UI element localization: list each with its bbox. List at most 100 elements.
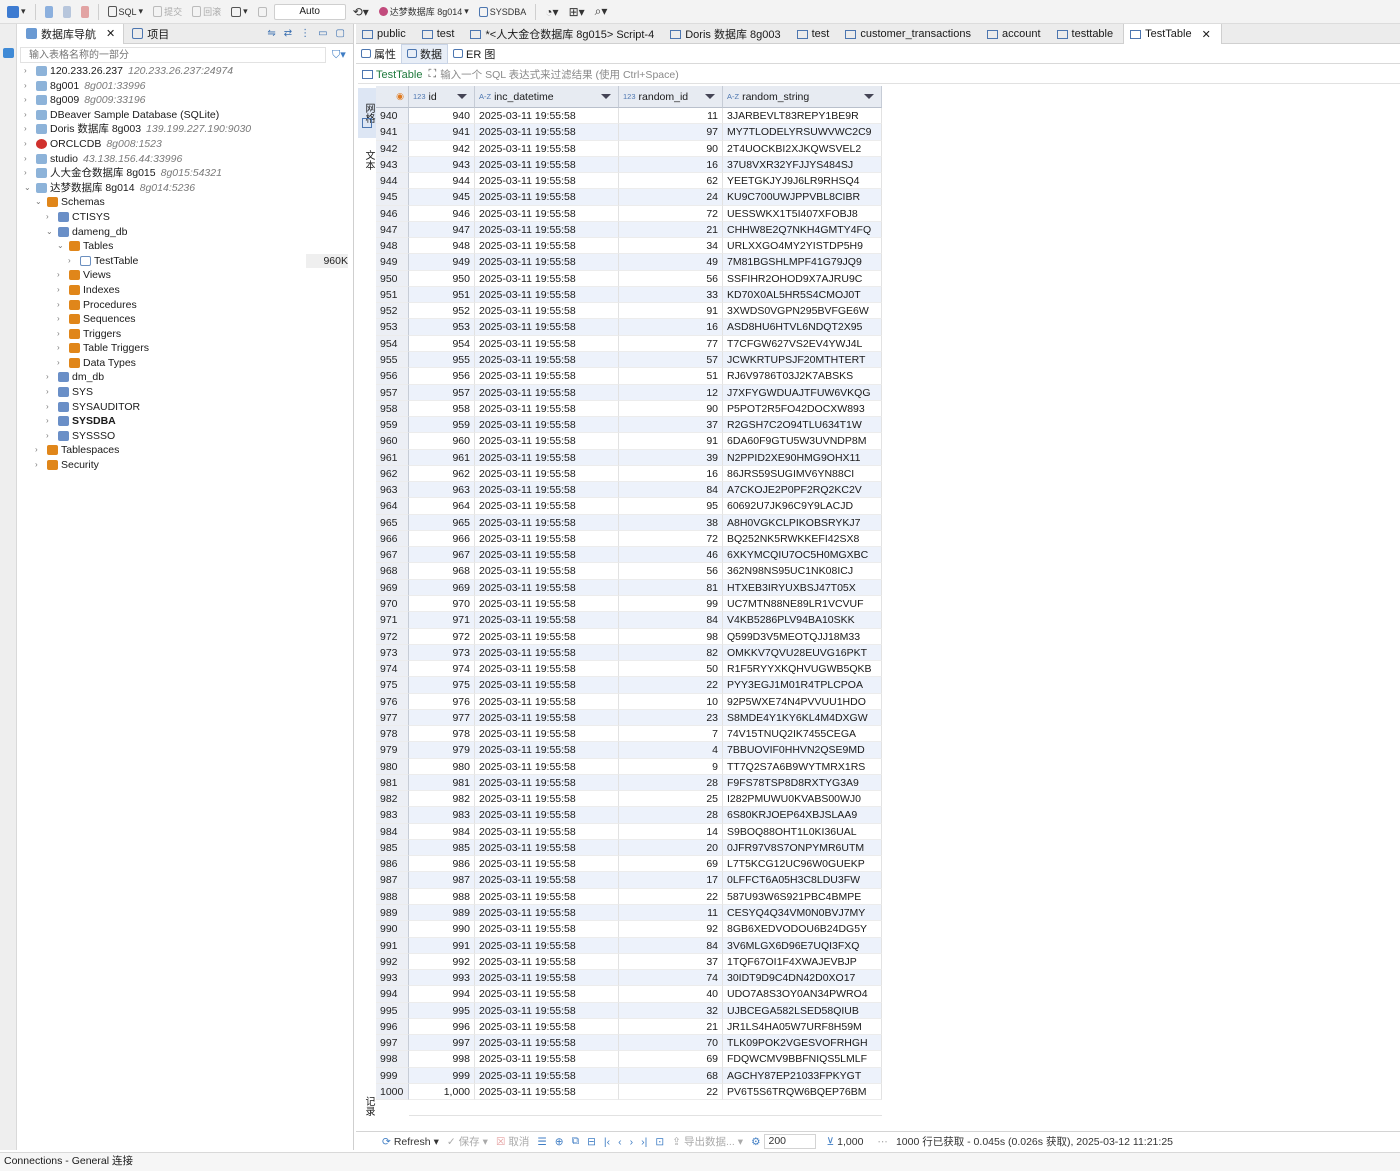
table-row[interactable]: 957 957 2025-03-11 19:55:58 12 J7XFYGWDUAJTF… bbox=[376, 384, 882, 401]
tree-node[interactable]: › Views bbox=[18, 268, 354, 283]
cell-random-string[interactable]: 1TQF67OI1F4XWAJEVBJP bbox=[723, 953, 882, 971]
cell-id[interactable]: 967 bbox=[409, 547, 475, 564]
cell-inc-datetime[interactable]: 2025-03-11 19:55:58 bbox=[475, 384, 619, 401]
cell-inc-datetime[interactable]: 2025-03-11 19:55:58 bbox=[475, 140, 619, 157]
cell-id[interactable]: 986 bbox=[409, 856, 475, 873]
cell-id[interactable]: 943 bbox=[409, 156, 475, 174]
cell-id[interactable]: 951 bbox=[409, 286, 475, 304]
cell-inc-datetime[interactable]: 2025-03-11 19:55:58 bbox=[475, 1051, 619, 1068]
cell-random-id[interactable]: 72 bbox=[619, 530, 723, 548]
table-name-filter-input[interactable] bbox=[20, 47, 326, 63]
table-row[interactable]: 1000 1,000 2025-03-11 19:55:58 22 PV6T5S6TRQ… bbox=[376, 1083, 882, 1101]
cell-id[interactable]: 952 bbox=[409, 303, 475, 320]
cell-id[interactable]: 955 bbox=[409, 351, 475, 369]
cell-id[interactable]: 949 bbox=[409, 254, 475, 271]
table-row[interactable]: 963 963 2025-03-11 19:55:58 84 A7CKOJE2P0PF2… bbox=[376, 482, 882, 499]
table-row[interactable]: 950 950 2025-03-11 19:55:58 56 SSFIHR2OHOD9X… bbox=[376, 270, 882, 287]
grid-corner[interactable]: ◉ bbox=[376, 86, 409, 108]
cell-inc-datetime[interactable]: 2025-03-11 19:55:58 bbox=[475, 628, 619, 645]
cell-random-string[interactable]: 6XKYMCQIU7OC5H0MGXBC bbox=[723, 547, 882, 564]
tree-node[interactable]: › Sequences bbox=[18, 312, 354, 327]
cell-id[interactable]: 996 bbox=[409, 1018, 475, 1036]
row-number[interactable]: 956 bbox=[376, 368, 409, 385]
cell-id[interactable]: 945 bbox=[409, 189, 475, 206]
cell-random-string[interactable]: 6DA60F9GTU5W3UVNDP8M bbox=[723, 433, 882, 450]
expand-right-icon[interactable]: › bbox=[57, 283, 65, 298]
minimize-icon[interactable]: ▭ bbox=[318, 28, 327, 39]
tree-node[interactable]: › Procedures bbox=[18, 298, 354, 313]
cell-random-string[interactable]: PYY3EGJ1M01R4TPLCPOA bbox=[723, 677, 882, 694]
cell-id[interactable]: 964 bbox=[409, 498, 475, 515]
row-number[interactable]: 992 bbox=[376, 953, 409, 971]
table-row[interactable]: 958 958 2025-03-11 19:55:58 90 P5POT2R5FO42D… bbox=[376, 400, 882, 418]
tree-node[interactable]: ⌄ Schemas bbox=[18, 195, 354, 210]
editor-tab[interactable]: *<人大金仓数据库 8g015> Script-4 bbox=[464, 24, 664, 44]
table-row[interactable]: 951 951 2025-03-11 19:55:58 33 KD70X0AL5HR5S… bbox=[376, 286, 882, 304]
cell-id[interactable]: 959 bbox=[409, 417, 475, 434]
cell-inc-datetime[interactable]: 2025-03-11 19:55:58 bbox=[475, 351, 619, 369]
table-row[interactable]: 989 989 2025-03-11 19:55:58 11 CESYQ4Q34VM0N… bbox=[376, 905, 882, 922]
row-number[interactable]: 994 bbox=[376, 986, 409, 1003]
editor-tab[interactable]: Doris 数据库 8g003 bbox=[664, 24, 790, 44]
cell-random-string[interactable]: F9FS78TSP8D8RXTYG3A9 bbox=[723, 774, 882, 792]
tab-er-diagram[interactable]: ER 图 bbox=[448, 44, 500, 64]
cell-inc-datetime[interactable]: 2025-03-11 19:55:58 bbox=[475, 270, 619, 287]
tree-node[interactable]: › CTISYS bbox=[18, 210, 354, 225]
table-row[interactable]: 971 971 2025-03-11 19:55:58 84 V4KB5286PLV94… bbox=[376, 612, 882, 629]
cell-random-string[interactable]: 0LFFCT6A05H3C8LDU3FW bbox=[723, 872, 882, 889]
cell-inc-datetime[interactable]: 2025-03-11 19:55:58 bbox=[475, 839, 619, 857]
cell-inc-datetime[interactable]: 2025-03-11 19:55:58 bbox=[475, 563, 619, 580]
cell-random-string[interactable]: TT7Q2S7A6B9WYTMRX1RS bbox=[723, 758, 882, 775]
row-number[interactable]: 962 bbox=[376, 465, 409, 483]
cell-random-id[interactable]: 14 bbox=[619, 823, 723, 840]
table-row[interactable]: 979 979 2025-03-11 19:55:58 4 7BBUOVIF0HHVN2… bbox=[376, 742, 882, 759]
cell-inc-datetime[interactable]: 2025-03-11 19:55:58 bbox=[475, 807, 619, 824]
cell-inc-datetime[interactable]: 2025-03-11 19:55:58 bbox=[475, 872, 619, 889]
cell-random-id[interactable]: 97 bbox=[619, 124, 723, 141]
row-number[interactable]: 942 bbox=[376, 140, 409, 157]
view-menu-icon[interactable]: ⋮ bbox=[300, 28, 310, 39]
row-number[interactable]: 996 bbox=[376, 1018, 409, 1036]
row-number[interactable]: 988 bbox=[376, 888, 409, 906]
cell-random-id[interactable]: 17 bbox=[619, 872, 723, 889]
cell-id[interactable]: 965 bbox=[409, 514, 475, 531]
table-row[interactable]: 962 962 2025-03-11 19:55:58 16 86JRS59SUGIMV… bbox=[376, 465, 882, 483]
row-number[interactable]: 955 bbox=[376, 351, 409, 369]
cell-random-string[interactable]: UC7MTN88NE89LR1VCVUF bbox=[723, 595, 882, 613]
cell-inc-datetime[interactable]: 2025-03-11 19:55:58 bbox=[475, 677, 619, 694]
cell-inc-datetime[interactable]: 2025-03-11 19:55:58 bbox=[475, 319, 619, 336]
rollback-button[interactable]: 回滚 bbox=[189, 3, 224, 21]
cell-inc-datetime[interactable]: 2025-03-11 19:55:58 bbox=[475, 1083, 619, 1101]
cell-random-id[interactable]: 90 bbox=[619, 140, 723, 157]
row-selector-icon[interactable]: ◉ bbox=[396, 91, 404, 102]
cell-id[interactable]: 963 bbox=[409, 482, 475, 499]
cell-inc-datetime[interactable]: 2025-03-11 19:55:58 bbox=[475, 953, 619, 971]
cell-random-string[interactable]: RJ6V9786T03J2K7ABSKS bbox=[723, 368, 882, 385]
tab-properties[interactable]: 属性 bbox=[356, 44, 401, 64]
next-page-icon[interactable]: › bbox=[626, 1136, 638, 1148]
expand-right-icon[interactable]: › bbox=[35, 458, 43, 473]
cell-random-id[interactable]: 16 bbox=[619, 319, 723, 336]
cell-id[interactable]: 971 bbox=[409, 612, 475, 629]
cell-inc-datetime[interactable]: 2025-03-11 19:55:58 bbox=[475, 661, 619, 678]
cell-inc-datetime[interactable]: 2025-03-11 19:55:58 bbox=[475, 400, 619, 418]
table-row[interactable]: 976 976 2025-03-11 19:55:58 10 92P5WXE74N4PV… bbox=[376, 693, 882, 710]
cell-random-id[interactable]: 16 bbox=[619, 156, 723, 174]
sort-arrow-icon[interactable] bbox=[457, 94, 467, 99]
lock-icon[interactable] bbox=[255, 3, 270, 21]
row-number[interactable]: 975 bbox=[376, 677, 409, 694]
cell-random-string[interactable]: 3XWDS0VGPN295BVFGE6W bbox=[723, 303, 882, 320]
editor-tab[interactable]: public bbox=[356, 24, 416, 44]
column-header-random_id[interactable]: 123 random_id bbox=[619, 86, 723, 108]
column-header-random_string[interactable]: A-Z random_string bbox=[723, 86, 882, 108]
cell-random-id[interactable]: 10 bbox=[619, 693, 723, 710]
expand-right-icon[interactable]: › bbox=[46, 400, 54, 415]
table-row[interactable]: 998 998 2025-03-11 19:55:58 69 FDQWCMV9BBFNI… bbox=[376, 1051, 882, 1068]
row-number[interactable]: 990 bbox=[376, 921, 409, 938]
table-row[interactable]: 945 945 2025-03-11 19:55:58 24 KU9C700UWJPPV… bbox=[376, 189, 882, 206]
cell-random-string[interactable]: UESSWKX1T5I407XFOBJ8 bbox=[723, 205, 882, 222]
cell-id[interactable]: 946 bbox=[409, 205, 475, 222]
row-number[interactable]: 964 bbox=[376, 498, 409, 515]
cell-id[interactable]: 992 bbox=[409, 953, 475, 971]
cell-inc-datetime[interactable]: 2025-03-11 19:55:58 bbox=[475, 579, 619, 596]
